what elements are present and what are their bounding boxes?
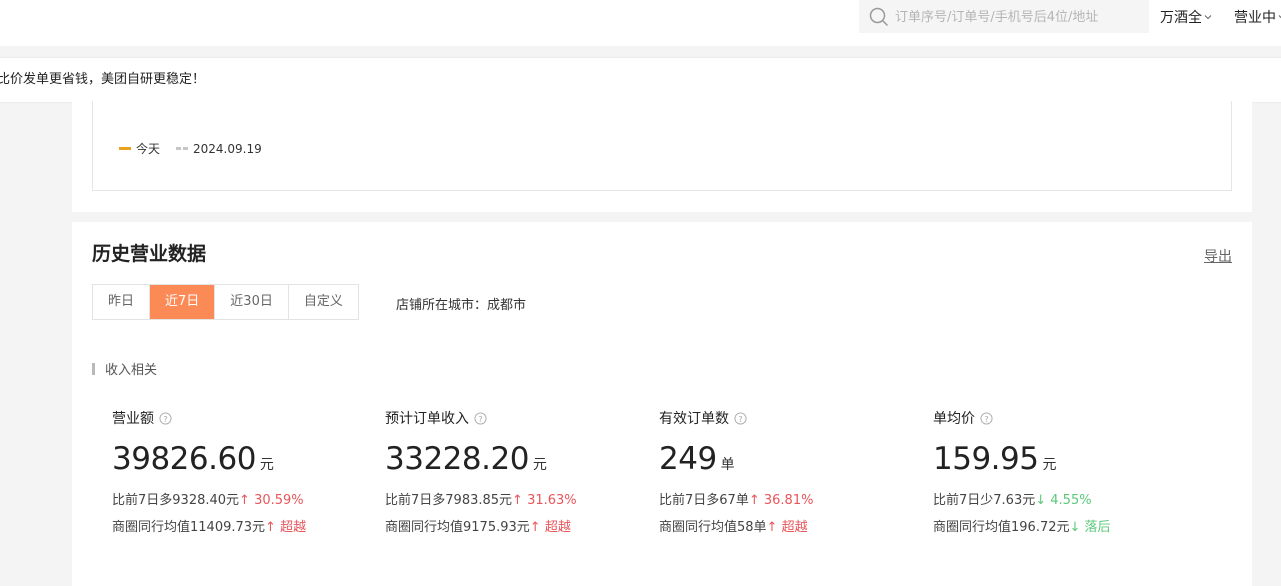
metric-value-row: 249 单 [659, 441, 919, 477]
metric-peer-status: 超越 [544, 520, 571, 535]
metric-value: 39826.60 [112, 441, 256, 477]
svg-text:?: ? [984, 413, 988, 423]
metric-peer-status: 落后 [1084, 520, 1111, 535]
metric-label-wrap: 预计订单收入 ? [385, 408, 645, 428]
metric-label: 营业额 [112, 411, 154, 427]
order-search-box[interactable] [859, 0, 1149, 33]
svg-text:?: ? [163, 413, 167, 423]
metric-unit: 元 [1042, 457, 1057, 473]
svg-text:?: ? [478, 413, 482, 423]
history-title: 历史营业数据 [92, 243, 207, 265]
metric-compare-pct: 36.81% [763, 493, 814, 508]
order-search-input[interactable] [893, 6, 1137, 28]
chart-legend: 今天 2024.09.19 [119, 140, 278, 157]
history-business-data-card: 历史营业数据 导出 昨日 近7日 近30日 自定义 店铺所在城市：成都市 收入相… [72, 222, 1252, 586]
metric-compare-line: 比前7日多7983.85元↑ 31.63% [385, 489, 645, 508]
metric-value-row: 39826.60 元 [112, 441, 372, 477]
help-icon[interactable]: ? [980, 411, 993, 425]
arrow-up-icon: ↑ [239, 493, 250, 508]
store-city: 店铺所在城市：成都市 [396, 294, 526, 313]
metric-value: 159.95 [933, 441, 1039, 477]
metric-peer-text: 商圈同行均值9175.93元 [385, 520, 530, 535]
store-city-value: 成都市 [487, 298, 527, 313]
metric-compare-pct: 31.63% [527, 493, 577, 508]
tab-last-30-days[interactable]: 近30日 [215, 285, 289, 319]
notice-text: 比价发单更省钱，美团自研更稳定！ [0, 72, 206, 87]
metric-unit: 元 [532, 457, 547, 473]
notice-banner: 比价发单更省钱，美团自研更稳定！ [0, 57, 1281, 103]
metric-peer-text: 商圈同行均值58单 [659, 520, 767, 535]
arrow-up-icon: ↑ [748, 493, 760, 508]
metric-label: 预计订单收入 [385, 411, 469, 427]
legend-swatch-today [119, 147, 131, 150]
metric-peer-line: 商圈同行均值11409.73元↑ 超越 [112, 516, 372, 535]
arrow-down-icon: ↓ [1035, 493, 1047, 508]
legend-label-compare-date: 2024.09.19 [193, 141, 262, 156]
metric-value-row: 33228.20 元 [385, 441, 645, 477]
legend-label-today: 今天 [136, 142, 161, 156]
help-icon[interactable]: ? [474, 411, 487, 425]
top-bar: 万酒全 营业中 [0, 0, 1281, 46]
chart-area: 今天 2024.09.19 [92, 101, 1232, 191]
metric-peer-text: 商圈同行均值11409.73元 [112, 520, 266, 535]
realtime-chart-card: 今天 2024.09.19 [72, 101, 1252, 212]
metric-compare-text: 比前7日少7.63元 [933, 493, 1036, 508]
tab-yesterday[interactable]: 昨日 [93, 285, 151, 319]
metric-estimated-order-income: 预计订单收入 ? 33228.20 元 比前7日多7983.85元↑ 31.63… [385, 408, 645, 535]
arrow-up-icon: ↑ [766, 520, 778, 535]
metric-peer-line: 商圈同行均值58单↑ 超越 [659, 516, 919, 535]
chevron-down-icon [1204, 15, 1212, 20]
metric-unit: 元 [259, 457, 274, 473]
metric-compare-line: 比前7日少7.63元↓ 4.55% [933, 489, 1193, 508]
export-link[interactable]: 导出 [1204, 246, 1232, 266]
metric-compare-pct: 30.59% [254, 493, 304, 508]
metric-value: 33228.20 [385, 441, 529, 477]
tab-last-7-days[interactable]: 近7日 [150, 285, 216, 319]
metric-peer-line: 商圈同行均值196.72元↓ 落后 [933, 516, 1193, 535]
metric-label: 单均价 [933, 411, 975, 427]
user-menu[interactable]: 万酒全 [1160, 7, 1212, 27]
store-city-label: 店铺所在城市： [396, 298, 488, 313]
legend-item-compare-date[interactable]: 2024.09.19 [176, 142, 262, 156]
user-menu-label: 万酒全 [1160, 10, 1202, 26]
date-range-tabs: 昨日 近7日 近30日 自定义 [92, 284, 359, 320]
metric-compare-text: 比前7日多9328.40元 [112, 493, 240, 508]
section-marker [92, 362, 95, 375]
section-income-label: 收入相关 [105, 363, 158, 378]
arrow-up-icon: ↑ [265, 520, 276, 535]
metric-compare-pct: 4.55% [1050, 493, 1092, 508]
metric-label-wrap: 营业额 ? [112, 408, 372, 428]
arrow-up-icon: ↑ [512, 493, 523, 508]
tab-custom[interactable]: 自定义 [289, 285, 358, 319]
metric-label-wrap: 单均价 ? [933, 408, 1193, 428]
metric-valid-orders: 有效订单数 ? 249 单 比前7日多67单↑ 36.81% 商圈同行均值58单… [659, 408, 919, 535]
metric-revenue: 营业额 ? 39826.60 元 比前7日多9328.40元↑ 30.59% 商… [112, 408, 372, 535]
section-income: 收入相关 [92, 359, 157, 378]
metric-compare-line: 比前7日多67单↑ 36.81% [659, 489, 919, 508]
help-icon[interactable]: ? [159, 411, 172, 425]
business-status-menu[interactable]: 营业中 [1234, 7, 1281, 27]
metric-peer-status: 超越 [781, 520, 808, 535]
metric-label: 有效订单数 [659, 411, 729, 427]
arrow-up-icon: ↑ [529, 520, 541, 535]
metric-compare-line: 比前7日多9328.40元↑ 30.59% [112, 489, 372, 508]
legend-swatch-compare-date [176, 147, 189, 150]
business-status-label: 营业中 [1234, 10, 1276, 26]
legend-item-today[interactable]: 今天 [119, 140, 160, 157]
metric-label-wrap: 有效订单数 ? [659, 408, 919, 428]
svg-text:?: ? [738, 413, 742, 423]
metric-value: 249 [659, 441, 717, 477]
metric-peer-status: 超越 [280, 520, 307, 535]
metric-peer-line: 商圈同行均值9175.93元↑ 超越 [385, 516, 645, 535]
metric-compare-text: 比前7日多7983.85元 [385, 493, 513, 508]
arrow-down-icon: ↓ [1069, 520, 1081, 535]
metric-unit: 单 [720, 457, 735, 473]
help-icon[interactable]: ? [734, 411, 747, 425]
metric-compare-text: 比前7日多67单 [659, 493, 749, 508]
metric-peer-text: 商圈同行均值196.72元 [933, 520, 1070, 535]
metric-value-row: 159.95 元 [933, 441, 1193, 477]
search-icon [869, 7, 889, 27]
metric-average-order-price: 单均价 ? 159.95 元 比前7日少7.63元↓ 4.55% 商圈同行均值1… [933, 408, 1193, 535]
